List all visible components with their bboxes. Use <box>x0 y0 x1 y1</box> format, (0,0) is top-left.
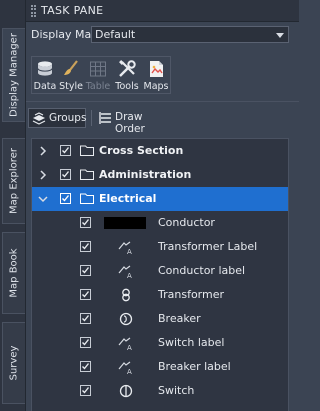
group-checkbox[interactable] <box>60 145 71 156</box>
style-button[interactable]: Style <box>59 59 83 93</box>
layer-label: Conductor label <box>158 264 246 277</box>
data-icon <box>37 61 53 76</box>
maps-button-label: Maps <box>143 81 169 92</box>
tab-display-manager[interactable]: Display Manager <box>2 28 25 122</box>
layer-label: Conductor <box>158 216 215 229</box>
layer-checkbox[interactable] <box>80 385 91 396</box>
data-button-label: Data <box>33 81 57 92</box>
style-brush-icon <box>64 60 78 75</box>
checkmark-icon <box>82 363 90 370</box>
side-tab-strip: Display Manager Map Explorer Map Book Su… <box>0 0 26 411</box>
transformer-symbol-icon <box>122 288 130 302</box>
draw-order-button[interactable]: Draw Order <box>97 108 167 135</box>
label-style-icon: A <box>118 361 132 376</box>
switch-symbol-icon <box>119 384 133 398</box>
draw-order-button-label: Draw Order <box>115 111 145 135</box>
layer-checkbox[interactable] <box>80 217 91 228</box>
layer-checkbox[interactable] <box>80 337 91 348</box>
table-button-label: Table <box>85 81 111 92</box>
chevron-right-icon[interactable] <box>37 169 49 181</box>
group-row-administration[interactable]: Administration <box>32 163 288 187</box>
layer-label: Switch <box>158 384 195 397</box>
checkmark-icon <box>82 291 90 298</box>
chevron-down-icon <box>276 33 284 38</box>
style-button-label: Style <box>59 81 83 92</box>
folder-icon <box>80 193 94 204</box>
checkmark-icon <box>82 243 90 250</box>
group-label: Cross Section <box>99 144 184 157</box>
display-map-select[interactable]: Default <box>91 26 289 43</box>
folder-icon <box>80 169 94 180</box>
layer-label: Transformer Label <box>158 240 258 253</box>
table-button[interactable]: Table <box>85 59 111 93</box>
layer-row-switch-label[interactable]: A Switch label <box>32 331 288 355</box>
layer-checkbox[interactable] <box>80 289 91 300</box>
group-label: Electrical <box>99 192 157 205</box>
layer-row-switch[interactable]: Switch <box>32 379 288 403</box>
svg-text:A: A <box>127 248 132 256</box>
layer-label: Breaker <box>158 312 201 325</box>
layer-row-transformer[interactable]: Transformer <box>32 283 288 307</box>
chevron-right-icon[interactable] <box>37 145 49 157</box>
label-style-icon: A <box>118 241 132 256</box>
group-checkbox[interactable] <box>60 193 71 204</box>
checkmark-icon <box>82 267 90 274</box>
checkmark-icon <box>62 171 70 178</box>
pane-title: TASK PANE <box>41 4 104 17</box>
table-icon <box>90 61 106 77</box>
svg-text:A: A <box>127 272 132 280</box>
maps-button[interactable]: Maps <box>143 59 169 93</box>
groups-icon <box>32 112 46 125</box>
display-map-value: Default <box>95 28 136 41</box>
group-checkbox[interactable] <box>60 169 71 180</box>
svg-text:A: A <box>127 344 132 352</box>
tools-icon <box>119 60 136 77</box>
layer-checkbox[interactable] <box>80 241 91 252</box>
display-manager-toolbar: Data Style Table Tools Maps <box>31 56 171 94</box>
chevron-down-icon[interactable] <box>37 193 49 205</box>
layer-row-conductor-label[interactable]: A Conductor label <box>32 259 288 283</box>
svg-text:A: A <box>127 368 132 376</box>
checkmark-icon <box>82 387 90 394</box>
label-style-icon: A <box>118 265 132 280</box>
group-row-electrical[interactable]: Electrical <box>32 187 288 211</box>
layer-label: Breaker label <box>158 360 231 373</box>
draw-order-icon <box>99 112 111 124</box>
divider <box>91 110 92 126</box>
divider <box>26 101 299 102</box>
drag-grip-icon[interactable] <box>31 5 36 17</box>
layer-row-breaker[interactable]: Breaker <box>32 307 288 331</box>
tools-button[interactable]: Tools <box>113 59 141 93</box>
line-swatch-icon <box>102 214 150 232</box>
checkmark-icon <box>82 219 90 226</box>
layer-checkbox[interactable] <box>80 361 91 372</box>
layer-label: Transformer <box>158 288 225 301</box>
tab-map-explorer[interactable]: Map Explorer <box>2 138 25 224</box>
checkmark-icon <box>62 195 70 202</box>
checkmark-icon <box>62 147 70 154</box>
tab-survey[interactable]: Survey <box>2 322 25 404</box>
maps-icon <box>150 61 163 77</box>
group-row-cross-section[interactable]: Cross Section <box>32 139 288 163</box>
data-button[interactable]: Data <box>33 59 57 93</box>
folder-icon <box>80 145 94 156</box>
groups-button[interactable]: Groups <box>28 108 86 128</box>
tab-map-book[interactable]: Map Book <box>2 232 25 314</box>
checkmark-icon <box>82 315 90 322</box>
tools-button-label: Tools <box>115 81 139 92</box>
groups-button-label: Groups <box>49 112 87 124</box>
label-style-icon: A <box>118 337 132 352</box>
breaker-symbol-icon <box>119 312 133 326</box>
layer-label: Switch label <box>158 336 225 349</box>
task-pane-titlebar[interactable]: TASK PANE <box>26 0 299 22</box>
checkmark-icon <box>82 339 90 346</box>
layer-row-transformer-label[interactable]: A Transformer Label <box>32 235 288 259</box>
layer-tree: Cross Section Administration Electrical … <box>31 138 289 411</box>
group-label: Administration <box>99 168 192 181</box>
layer-row-breaker-label[interactable]: A Breaker label <box>32 355 288 379</box>
layer-checkbox[interactable] <box>80 313 91 324</box>
layer-checkbox[interactable] <box>80 265 91 276</box>
layer-row-conductor[interactable]: Conductor <box>32 211 288 235</box>
